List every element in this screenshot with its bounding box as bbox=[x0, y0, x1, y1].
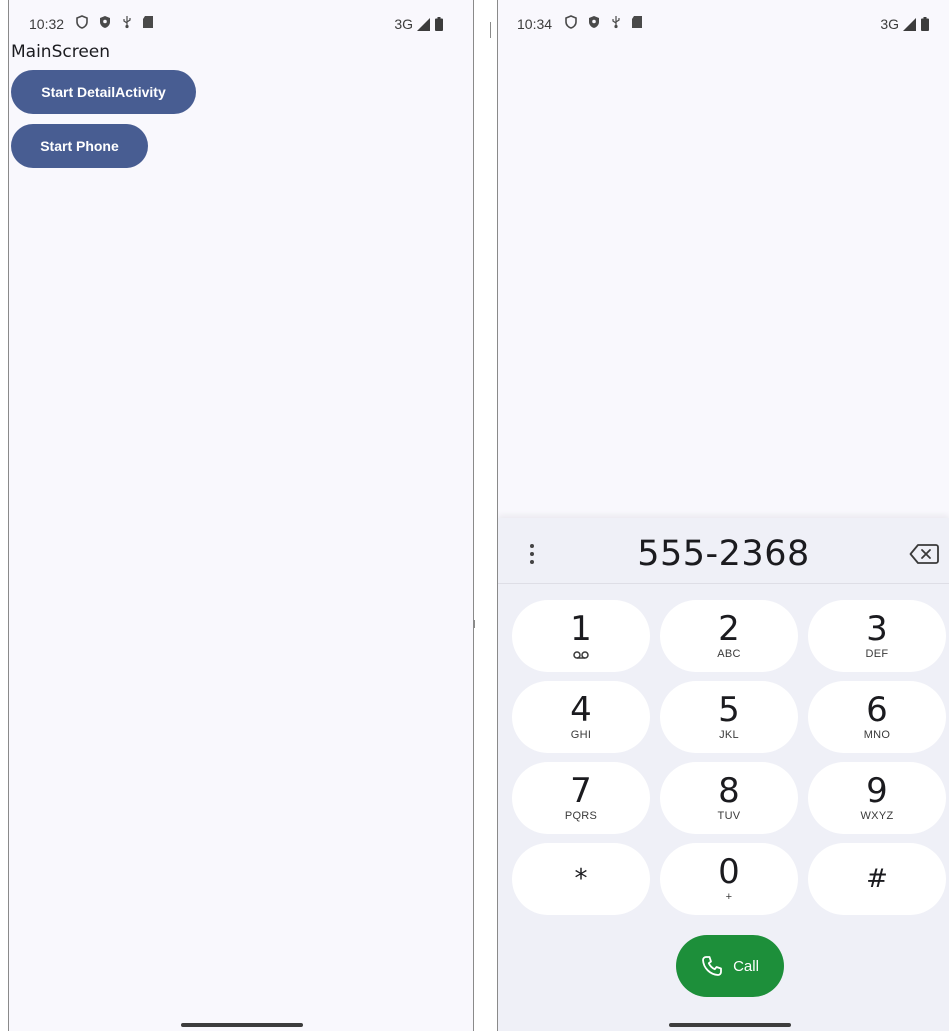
status-time: 10:34 bbox=[517, 16, 553, 32]
shield-filled-icon bbox=[589, 16, 599, 28]
dialed-number[interactable]: 555-2368 bbox=[558, 534, 889, 574]
status-icons bbox=[75, 15, 154, 29]
dialpad-key-1[interactable]: 1 bbox=[512, 600, 650, 672]
key-digit: 7 bbox=[570, 771, 592, 811]
key-digit: 4 bbox=[570, 690, 592, 730]
key-digit: * bbox=[574, 864, 588, 894]
dialpad-key-star[interactable]: * bbox=[512, 843, 650, 915]
key-letters: GHI bbox=[570, 729, 592, 741]
battery-icon bbox=[921, 17, 929, 31]
dialpad-key-4[interactable]: 4 GHI bbox=[512, 681, 650, 753]
key-digit: 5 bbox=[718, 690, 740, 730]
sd-card-icon bbox=[143, 16, 153, 28]
dialpad-panel: 555-2368 1 2 ABC 3 DEF 4 GHI 5 JKL 6 MNO… bbox=[498, 518, 949, 1031]
start-detail-activity-button[interactable]: Start DetailActivity bbox=[11, 70, 196, 114]
network-type: 3G bbox=[394, 16, 413, 32]
main-screen: 10:32 3G MainScreen Start DetailActivity… bbox=[8, 0, 474, 1031]
backspace-icon[interactable] bbox=[909, 543, 939, 565]
voicemail-icon bbox=[573, 651, 589, 659]
more-options-icon[interactable] bbox=[524, 542, 540, 566]
status-right: 3G bbox=[394, 16, 443, 32]
start-phone-button[interactable]: Start Phone bbox=[11, 124, 148, 168]
sd-card-icon bbox=[632, 16, 642, 28]
edge-tick-top bbox=[490, 22, 491, 38]
dialpad-key-8[interactable]: 8 TUV bbox=[660, 762, 798, 834]
usb-debug-icon bbox=[123, 16, 131, 29]
phone-icon bbox=[702, 956, 722, 976]
dialpad-key-2[interactable]: 2 ABC bbox=[660, 600, 798, 672]
status-icons bbox=[564, 15, 643, 29]
key-digit: 8 bbox=[718, 771, 740, 811]
key-digit: 2 bbox=[718, 609, 740, 649]
status-bar: 10:32 3G bbox=[9, 12, 473, 36]
status-bar: 10:34 3G bbox=[498, 12, 949, 36]
phone-dialer-screen: 10:34 3G 555-2368 1 2 ABC 3 DEF 4 GHI 5 … bbox=[497, 0, 949, 1031]
key-digit: # bbox=[866, 864, 888, 894]
dialpad-key-3[interactable]: 3 DEF bbox=[808, 600, 946, 672]
shield-outline-icon bbox=[76, 15, 88, 29]
key-digit: 9 bbox=[866, 771, 888, 811]
key-letters: WXYZ bbox=[860, 810, 894, 822]
shield-outline-icon bbox=[565, 15, 577, 29]
key-digit: 3 bbox=[866, 609, 888, 649]
dialpad: 1 2 ABC 3 DEF 4 GHI 5 JKL 6 MNO 7 PQRS 8… bbox=[512, 600, 946, 915]
key-digit: 6 bbox=[866, 690, 888, 730]
signal-icon bbox=[417, 17, 430, 31]
home-gesture-bar[interactable] bbox=[181, 1023, 303, 1027]
call-button[interactable]: Call bbox=[676, 935, 784, 997]
battery-icon bbox=[435, 17, 443, 31]
call-label: Call bbox=[733, 957, 759, 975]
key-letters: PQRS bbox=[564, 810, 598, 822]
signal-icon bbox=[903, 17, 916, 31]
dialpad-key-hash[interactable]: # bbox=[808, 843, 946, 915]
home-gesture-bar[interactable] bbox=[669, 1023, 791, 1027]
dialpad-key-7[interactable]: 7 PQRS bbox=[512, 762, 650, 834]
key-letters: JKL bbox=[719, 729, 739, 741]
edge-tick-bottom bbox=[474, 620, 475, 628]
status-time: 10:32 bbox=[29, 16, 65, 32]
key-digit: 0 bbox=[718, 852, 740, 892]
dialpad-key-6[interactable]: 6 MNO bbox=[808, 681, 946, 753]
key-letters: ABC bbox=[717, 648, 741, 660]
status-right: 3G bbox=[880, 16, 929, 32]
shield-filled-icon bbox=[100, 16, 110, 28]
key-letters: + bbox=[725, 891, 733, 903]
usb-debug-icon bbox=[612, 16, 620, 29]
key-letters: TUV bbox=[717, 810, 741, 822]
key-letters: DEF bbox=[865, 648, 889, 660]
dialpad-key-0[interactable]: 0 + bbox=[660, 843, 798, 915]
dialed-number-row: 555-2368 bbox=[498, 518, 949, 584]
dialpad-key-5[interactable]: 5 JKL bbox=[660, 681, 798, 753]
main-screen-title: MainScreen bbox=[11, 42, 111, 62]
key-letters: MNO bbox=[863, 729, 891, 741]
key-digit: 1 bbox=[570, 609, 592, 649]
dialpad-key-9[interactable]: 9 WXYZ bbox=[808, 762, 946, 834]
network-type: 3G bbox=[880, 16, 899, 32]
